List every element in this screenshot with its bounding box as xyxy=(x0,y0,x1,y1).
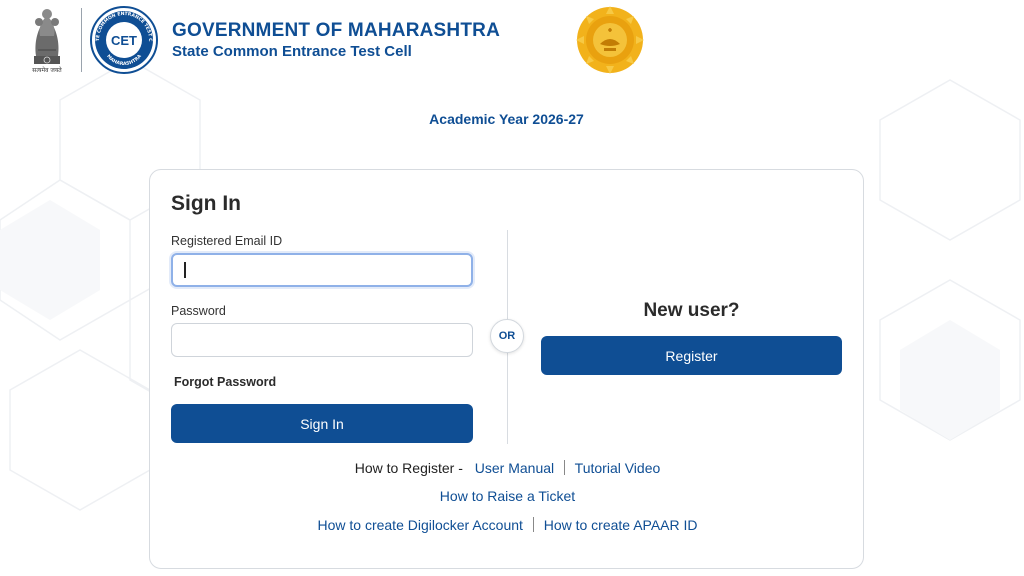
email-field[interactable] xyxy=(171,253,473,287)
signin-button[interactable]: Sign In xyxy=(171,404,473,443)
password-field[interactable] xyxy=(171,323,473,357)
cet-logo-icon: STATE COMMON ENTRANCE TEST CELL MAHARASH… xyxy=(90,6,158,74)
user-manual-link[interactable]: User Manual xyxy=(475,460,554,476)
new-user-heading: New user? xyxy=(643,300,740,321)
header: सत्यमेव जयते STATE COMMON ENTRANCE TEST … xyxy=(0,0,1024,84)
email-label: Registered Email ID xyxy=(171,234,283,248)
help-links-row-register: How to Register - User Manual Tutorial V… xyxy=(150,460,865,476)
government-title: GOVERNMENT OF MAHARASHTRA xyxy=(172,20,500,41)
link-separator xyxy=(564,460,566,475)
password-label: Password xyxy=(171,304,226,318)
or-badge: OR xyxy=(490,319,524,353)
government-subtitle: State Common Entrance Test Cell xyxy=(172,43,412,60)
login-card: Sign In Registered Email ID Password For… xyxy=(149,169,864,569)
link-separator xyxy=(532,517,534,532)
text-caret xyxy=(184,262,186,278)
how-to-register-label: How to Register - xyxy=(354,460,463,476)
digilocker-link[interactable]: How to create Digilocker Account xyxy=(317,517,522,533)
academic-year: Academic Year 2026-27 xyxy=(429,111,584,127)
cet-logo-text: CET xyxy=(111,33,137,48)
signin-title: Sign In xyxy=(171,192,241,215)
register-button[interactable]: Register xyxy=(541,336,842,375)
header-divider xyxy=(81,8,82,72)
help-links-row-accounts: How to create Digilocker Account How to … xyxy=(150,517,865,533)
apaar-id-link[interactable]: How to create APAAR ID xyxy=(544,517,698,533)
help-links-row-ticket: How to Raise a Ticket xyxy=(150,488,865,504)
forgot-password-link[interactable]: Forgot Password xyxy=(174,375,276,389)
raise-ticket-link[interactable]: How to Raise a Ticket xyxy=(440,488,575,504)
emblem-caption: सत्यमेव जयते xyxy=(32,67,62,74)
tutorial-video-link[interactable]: Tutorial Video xyxy=(575,460,661,476)
maharashtra-seal-icon xyxy=(576,6,644,74)
